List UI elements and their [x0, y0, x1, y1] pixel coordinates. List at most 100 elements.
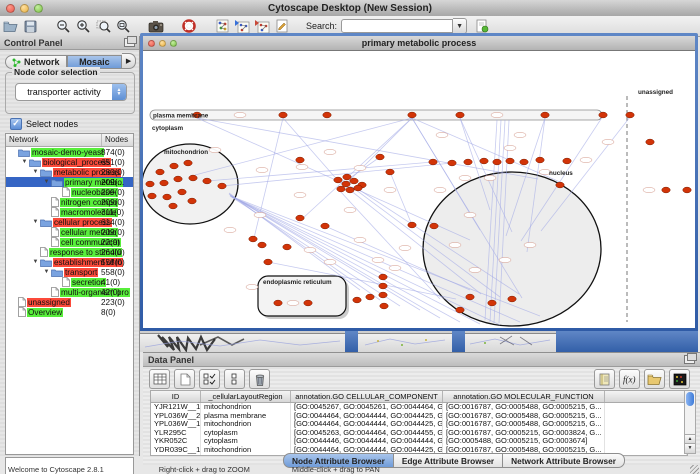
table-column-header[interactable]: [605, 391, 687, 402]
network-node[interactable]: [379, 274, 387, 280]
zoom-in-icon[interactable]: [74, 18, 92, 35]
network-node[interactable]: [493, 159, 501, 165]
network-node[interactable]: [464, 159, 472, 165]
network-node[interactable]: [556, 182, 564, 188]
tree-row[interactable]: ▼transport558(0): [6, 267, 133, 277]
zoom-out-icon[interactable]: [54, 18, 72, 35]
network-node[interactable]: [279, 112, 287, 118]
table-cell[interactable]: [GO:0016787, GO:0005215, GO:0003824, G..…: [443, 429, 605, 438]
network-node[interactable]: [346, 187, 354, 193]
network-node[interactable]: [508, 296, 516, 302]
network-node[interactable]: [249, 236, 257, 242]
table-cell[interactable]: YLR295C: [151, 429, 201, 438]
network-node[interactable]: [296, 157, 304, 163]
network-node[interactable]: [178, 189, 186, 195]
tree-row[interactable]: ▼establishment of lo558(0): [6, 257, 133, 267]
tree-row[interactable]: cellular metabo209(0): [6, 227, 133, 237]
table-row[interactable]: YJR121W__1mitochondrion[GO:0045267, GO:0…: [151, 403, 687, 412]
network-node[interactable]: [448, 160, 456, 166]
network-node[interactable]: [160, 180, 168, 186]
table-cell[interactable]: YPL036W__2: [151, 412, 201, 421]
save-session-icon[interactable]: [21, 18, 39, 35]
select-nodes-checkbox[interactable]: ✓: [10, 118, 22, 130]
table-cell[interactable]: [605, 429, 687, 438]
attribute-grid-icon[interactable]: [149, 369, 170, 389]
network-view-titlebar[interactable]: primary metabolic process: [143, 36, 695, 51]
table-row[interactable]: YPL036W__1mitochondrion[GO:0044464, GO:0…: [151, 420, 687, 429]
table-cell[interactable]: [605, 403, 687, 412]
network-node[interactable]: [169, 203, 177, 209]
scroll-down-icon[interactable]: ▼: [685, 443, 695, 453]
network-node[interactable]: [466, 294, 474, 300]
network-node[interactable]: [563, 158, 571, 164]
table-column-header[interactable]: ID: [151, 391, 201, 402]
network-node[interactable]: [148, 193, 156, 199]
network-node[interactable]: [188, 198, 196, 204]
tree-disclosure-icon[interactable]: ▼: [31, 259, 40, 265]
network-node[interactable]: [321, 223, 329, 229]
network-node[interactable]: [174, 176, 182, 182]
annotation-icon[interactable]: [273, 18, 291, 35]
tree-row[interactable]: unassigned223(0): [6, 297, 133, 307]
network-node[interactable]: [456, 307, 464, 313]
network-node[interactable]: [430, 223, 438, 229]
tree-disclosure-icon[interactable]: ▼: [20, 159, 29, 165]
search-config-icon[interactable]: [473, 18, 491, 35]
network-node[interactable]: [218, 183, 226, 189]
select-attributes-icon[interactable]: [199, 369, 220, 389]
search-input[interactable]: [341, 19, 453, 33]
table-scrollbar[interactable]: ▲ ▼: [684, 390, 696, 454]
tree-disclosure-icon[interactable]: ▼: [42, 269, 51, 275]
network-node[interactable]: [304, 300, 312, 306]
table-cell[interactable]: [GO:0016787, GO:0005488, GO:0005215, G..…: [443, 403, 605, 412]
network-node[interactable]: [488, 300, 496, 306]
network-node[interactable]: [156, 169, 164, 175]
network-node[interactable]: [258, 242, 266, 248]
more-tabs-icon[interactable]: ▶: [122, 53, 136, 69]
node-color-dropdown[interactable]: transporter activity ▲▼: [15, 83, 127, 101]
network-node[interactable]: [456, 112, 464, 118]
network-node[interactable]: [541, 112, 549, 118]
network-node[interactable]: [189, 175, 197, 181]
network-node[interactable]: [264, 259, 272, 265]
network-node[interactable]: [520, 159, 528, 165]
table-cell[interactable]: [605, 412, 687, 421]
tree-row[interactable]: mosaic-demo-yeast874(0): [6, 147, 133, 157]
table-cell[interactable]: [605, 420, 687, 429]
delete-attribute-icon[interactable]: [249, 369, 270, 389]
tree-row[interactable]: ▼cellular process614(0): [6, 217, 133, 227]
table-column-header[interactable]: _cellularLayoutRegion: [201, 391, 291, 402]
tree-row[interactable]: macromolecule311(0): [6, 207, 133, 217]
network-node[interactable]: [626, 112, 634, 118]
network-node[interactable]: [408, 112, 416, 118]
table-cell[interactable]: cytoplasm: [201, 429, 291, 438]
network-node[interactable]: [354, 185, 362, 191]
table-column-header[interactable]: annotation.GO CELLULAR_COMPONENT: [291, 391, 443, 402]
plugin-network-icon-3[interactable]: [253, 18, 271, 35]
network-node[interactable]: [146, 181, 154, 187]
table-cell[interactable]: [605, 437, 687, 446]
network-node[interactable]: [337, 186, 345, 192]
network-node[interactable]: [376, 154, 384, 160]
table-cell[interactable]: YJR121W__1: [151, 403, 201, 412]
network-node[interactable]: [323, 112, 331, 118]
table-row[interactable]: YPL036W__2plasma membrane[GO:0044464, GO…: [151, 412, 687, 421]
table-row[interactable]: YLR295Ccytoplasm[GO:0045263, GO:0044464,…: [151, 429, 687, 438]
tree-disclosure-icon[interactable]: ▼: [31, 219, 40, 225]
network-node[interactable]: [662, 187, 670, 193]
table-cell[interactable]: [GO:0016787, GO:0005488, GO:0005215, G..…: [443, 412, 605, 421]
table-cell[interactable]: mitochondrion: [201, 446, 291, 455]
open-session-icon[interactable]: [1, 18, 19, 35]
resize-grip[interactable]: [690, 465, 699, 474]
table-cell[interactable]: [GO:0044446, GO:0044444, GO:0044444, G..…: [291, 437, 443, 446]
table-cell[interactable]: [GO:0045263, GO:0044464, GO:0044455, G..…: [291, 429, 443, 438]
table-cell[interactable]: YPL036W__1: [151, 420, 201, 429]
table-cell[interactable]: [GO:0005488, GO:0005215, GO:0003674]: [443, 437, 605, 446]
network-node[interactable]: [366, 294, 374, 300]
table-cell[interactable]: mitochondrion: [201, 403, 291, 412]
tree-row[interactable]: Overview8(0): [6, 307, 133, 317]
tree-row[interactable]: nucleobase-209(0): [6, 187, 133, 197]
table-cell[interactable]: plasma membrane: [201, 412, 291, 421]
network-node[interactable]: [343, 174, 351, 180]
network-node[interactable]: [379, 292, 387, 298]
